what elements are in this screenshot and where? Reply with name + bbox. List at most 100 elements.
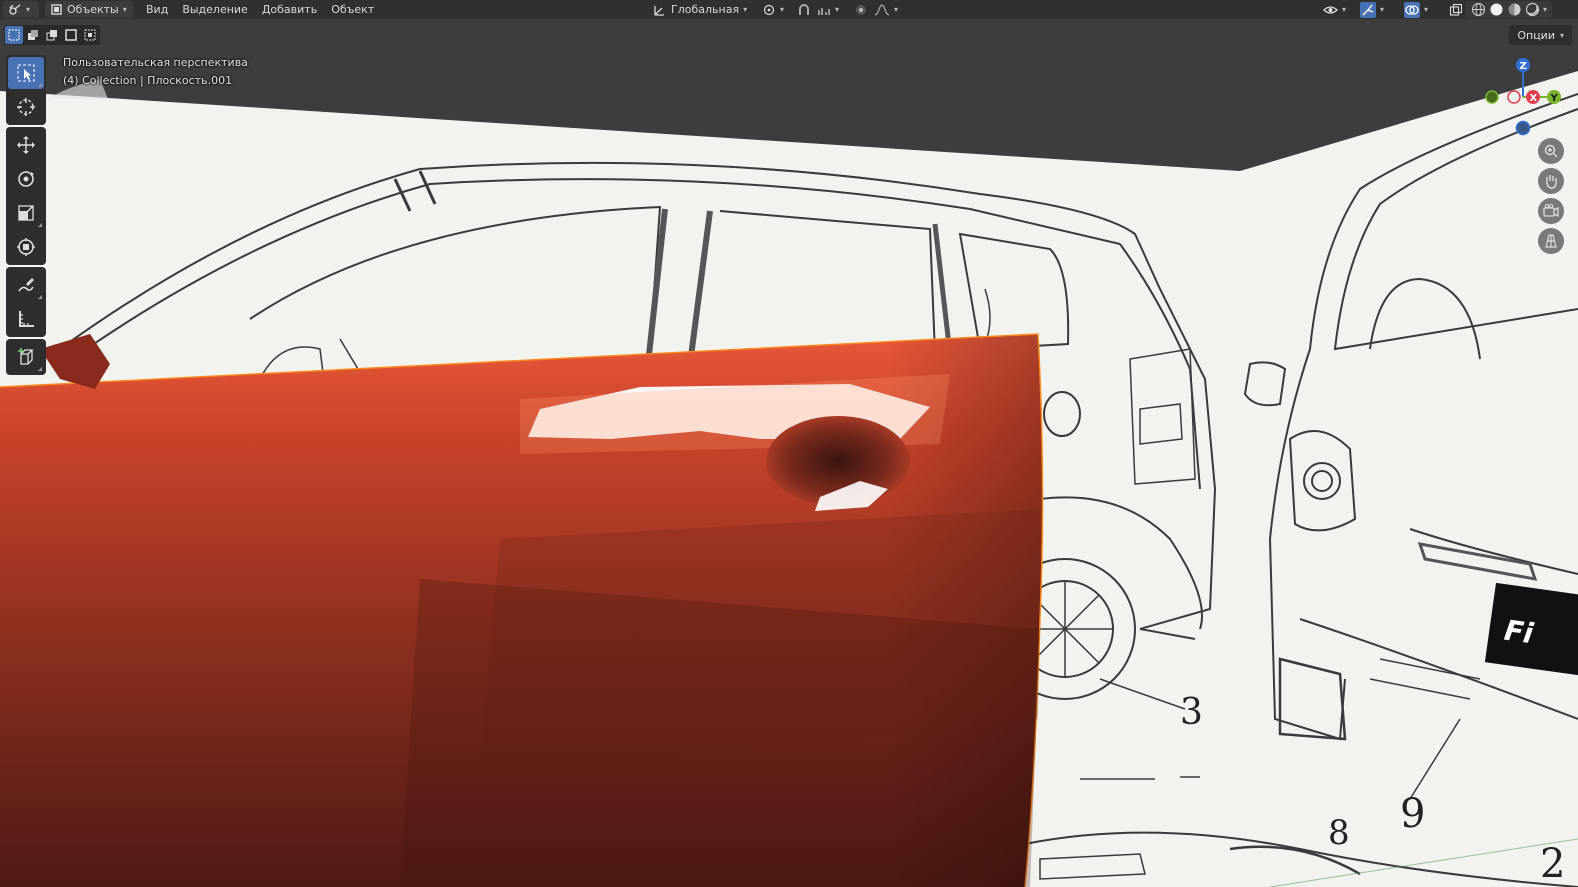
neg-x-axis-handle[interactable]: [1507, 90, 1521, 104]
editor-type-button[interactable]: ▾: [3, 1, 39, 18]
snap-target-dropdown[interactable]: ▾: [812, 1, 844, 18]
tool-shelf: [6, 55, 46, 375]
select-intersect-icon: [84, 29, 96, 41]
move-icon: [17, 136, 35, 154]
select-new-icon: [8, 29, 20, 41]
chevron-down-icon: ▾: [1424, 5, 1429, 14]
grid-icon: [1545, 234, 1557, 248]
menu-add[interactable]: Добавить: [255, 0, 324, 19]
tool-select-box[interactable]: [8, 57, 44, 89]
orientation-label: Глобальная: [671, 3, 740, 16]
zoom-icon: [1544, 144, 1558, 158]
ref-number-9: 9: [1400, 791, 1425, 837]
tool-rotate[interactable]: [8, 163, 44, 195]
falloff-icon: [874, 3, 890, 16]
navigation-gizmo[interactable]: Z X Y: [1480, 55, 1576, 141]
tool-measure[interactable]: [8, 303, 44, 335]
options-label: Опции: [1517, 28, 1555, 42]
select-invert-icon: [65, 29, 77, 41]
overlay-icon: [1404, 1, 1420, 18]
select-intersect-mode[interactable]: [81, 26, 99, 44]
chevron-down-icon: ▾: [1342, 5, 1347, 14]
select-invert-mode[interactable]: [62, 26, 80, 44]
3d-viewport[interactable]: Fi 3 9 8 2 Пользовательская перспектива …: [0, 19, 1578, 887]
tool-group-add: [6, 339, 46, 375]
xray-icon: [1449, 3, 1463, 16]
y-axis-label: Y: [1550, 93, 1559, 104]
menu-view[interactable]: Вид: [139, 0, 175, 19]
material-shading-icon[interactable]: [1507, 2, 1522, 17]
viewport-header: ▾ Объекты ▾ Вид Выделение Добавить Объек…: [0, 0, 1578, 19]
chevron-down-icon: ▾: [1543, 5, 1548, 14]
zoom-button[interactable]: [1538, 138, 1564, 164]
snap-target-icon: [818, 7, 830, 15]
chevron-down-icon: ▾: [122, 5, 127, 14]
measure-icon: [19, 311, 34, 327]
ortho-toggle-button[interactable]: [1538, 228, 1564, 254]
tool-group-annotate: [6, 267, 46, 337]
visibility-dropdown[interactable]: ▾: [1318, 1, 1351, 18]
pivot-point-dropdown[interactable]: ▾: [757, 1, 789, 18]
proportional-edit-icon: [856, 4, 866, 15]
wireframe-shading-icon[interactable]: [1471, 2, 1486, 17]
select-extend-mode[interactable]: [24, 26, 42, 44]
rotate-icon: [18, 171, 34, 187]
car-door-mesh[interactable]: [0, 333, 1044, 887]
tool-annotate[interactable]: [8, 269, 44, 301]
chevron-down-icon: ▾: [1380, 5, 1385, 14]
transform-orientation-dropdown[interactable]: Глобальная ▾: [648, 1, 752, 18]
chevron-down-icon: ▾: [894, 5, 899, 14]
camera-view-button[interactable]: [1538, 198, 1564, 224]
chevron-down-icon: ▾: [743, 5, 748, 14]
solid-shading-icon[interactable]: [1489, 2, 1504, 17]
chevron-down-icon: ▾: [26, 5, 31, 14]
cursor-icon: [17, 98, 35, 116]
editor-type-icon: [9, 3, 21, 15]
add-cube-icon: [18, 348, 34, 365]
tool-cursor[interactable]: [8, 91, 44, 123]
pivot-icon: [763, 4, 775, 15]
ref-number-8: 8: [1328, 813, 1350, 853]
rendered-shading-icon[interactable]: [1525, 2, 1540, 17]
menu-object[interactable]: Объект: [324, 0, 381, 19]
tool-group-select: [6, 55, 46, 125]
pan-button[interactable]: [1538, 168, 1564, 194]
chevron-down-icon: ▾: [835, 5, 840, 14]
overlay-toggle[interactable]: ▾: [1399, 1, 1433, 18]
neg-z-axis-handle[interactable]: [1515, 120, 1531, 136]
ref-number-3: 3: [1180, 692, 1203, 733]
chevron-down-icon: ▾: [780, 5, 785, 14]
tool-move[interactable]: [8, 129, 44, 161]
tool-group-transform: [6, 127, 46, 265]
options-dropdown[interactable]: Опции ▾: [1509, 25, 1572, 45]
tool-add-cube[interactable]: [8, 341, 44, 373]
transform-icon: [17, 238, 35, 256]
select-new-mode[interactable]: [5, 26, 23, 44]
annotate-icon: [18, 278, 34, 292]
x-axis-label: X: [1530, 93, 1538, 104]
mode-label: Объекты: [67, 3, 119, 16]
select-subtract-icon: [46, 30, 57, 41]
orientation-icon: [654, 5, 664, 16]
tool-transform[interactable]: [8, 231, 44, 263]
xray-toggle[interactable]: [1444, 1, 1468, 18]
header-menu: Вид Выделение Добавить Объект: [139, 0, 381, 19]
gizmo-toggle[interactable]: ▾: [1355, 1, 1389, 18]
fit-badge-text: Fi: [1502, 614, 1535, 651]
visibility-icon: [1323, 5, 1338, 14]
tool-scale[interactable]: [8, 197, 44, 229]
ref-number-2: 2: [1540, 841, 1565, 887]
shading-modes: ▾: [1466, 1, 1553, 18]
mode-dropdown[interactable]: Объекты ▾: [45, 1, 133, 18]
perspective-label: Пользовательская перспектива: [63, 56, 248, 69]
chevron-down-icon: ▾: [1559, 30, 1564, 40]
neg-y-axis-handle[interactable]: [1485, 90, 1499, 104]
falloff-dropdown[interactable]: ▾: [869, 1, 903, 18]
gizmo-icon: [1360, 1, 1376, 18]
camera-icon: [1543, 203, 1559, 218]
select-mode-buttons: [4, 25, 100, 45]
menu-select[interactable]: Выделение: [175, 0, 255, 19]
viewport-scene: Fi 3 9 8 2: [0, 71, 1578, 887]
object-mode-icon: [51, 4, 62, 15]
select-subtract-mode[interactable]: [43, 26, 61, 44]
